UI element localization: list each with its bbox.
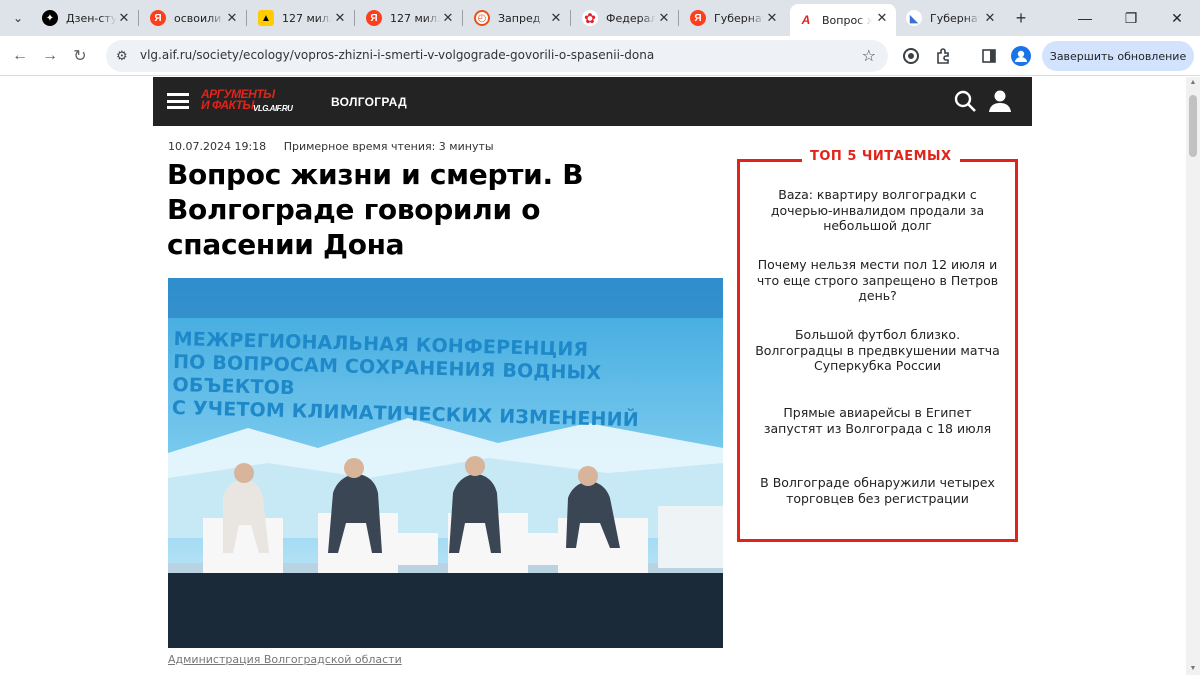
- address-bar[interactable]: ⚙ vlg.aif.ru/society/ecology/vopros-zhiz…: [106, 40, 888, 72]
- close-icon[interactable]: ✕: [764, 10, 780, 26]
- minimize-button[interactable]: —: [1062, 0, 1108, 36]
- tab-8-active[interactable]: А Вопрос ж ✕: [790, 4, 896, 36]
- close-icon[interactable]: ✕: [332, 10, 348, 26]
- top5-item-3[interactable]: Большой футбол близко. Волгоградцы в пре…: [754, 327, 1001, 374]
- aif-icon: А: [798, 12, 814, 28]
- close-icon[interactable]: ✕: [224, 10, 240, 26]
- article-meta: 10.07.2024 19:18 Примерное время чтения:…: [168, 140, 494, 153]
- profile-avatar-icon[interactable]: [1007, 42, 1035, 70]
- tab-1[interactable]: ✦ Дзен-сту ✕: [34, 4, 139, 32]
- article-date: 10.07.2024 19:18: [168, 140, 267, 153]
- article-title: Вопрос жизни и смерти. В Волгограде гово…: [167, 158, 584, 261]
- site-header: АРГУМЕНТЫ И ФАКТЫ VLG.AIF.RU ВОЛГОГРАД: [153, 77, 1032, 126]
- tab-4[interactable]: Я 127 милл ✕: [358, 4, 463, 32]
- photo-banner-text: МЕЖРЕГИОНАЛЬНАЯ КОНФЕРЕНЦИЯ ПО ВОПРОСАМ …: [172, 328, 723, 434]
- logo-domain: VLG.AIF.RU: [253, 104, 293, 113]
- top5-heading: ТОП 5 ЧИТАЕМЫХ: [802, 149, 960, 164]
- hamburger-menu-icon[interactable]: [167, 93, 189, 109]
- reload-icon[interactable]: ↻: [66, 42, 94, 70]
- extensions-puzzle-icon[interactable]: [929, 42, 957, 70]
- top5-item-4[interactable]: Прямые авиарейсы в Египет запустят из Во…: [754, 405, 1001, 436]
- search-icon[interactable]: [953, 89, 977, 113]
- bookmark-star-icon[interactable]: ☆: [862, 46, 876, 66]
- close-icon[interactable]: ✕: [116, 10, 132, 26]
- top5-widget: ТОП 5 ЧИТАЕМЫХ Baza: квартиру волгоградк…: [737, 149, 1018, 542]
- dzen-icon: ✦: [42, 10, 58, 26]
- tab-5[interactable]: ◴ Запред ✕: [466, 4, 571, 32]
- forward-arrow-icon[interactable]: →: [36, 42, 64, 70]
- scrollbar-thumb[interactable]: [1189, 95, 1197, 157]
- side-panel-icon[interactable]: [975, 42, 1003, 70]
- tab-title: Вопрос ж: [822, 13, 872, 27]
- tab-title: 127 милл: [282, 11, 332, 25]
- scroll-up-icon[interactable]: ▲: [1189, 79, 1197, 87]
- url-text[interactable]: vlg.aif.ru/society/ecology/vopros-zhizni…: [140, 48, 654, 62]
- flower-icon: ✿: [582, 10, 598, 26]
- site-logo[interactable]: АРГУМЕНТЫ И ФАКТЫ VLG.AIF.RU: [201, 88, 293, 113]
- tab-9[interactable]: ◣ Губернат ✕: [898, 4, 1004, 32]
- tab-6[interactable]: ✿ Федерал ✕: [574, 4, 679, 32]
- tab-3[interactable]: ▲ 127 милл ✕: [250, 4, 355, 32]
- page-scrollbar[interactable]: ▲ ▼: [1186, 77, 1200, 675]
- tab-2[interactable]: Я освоили ✕: [142, 4, 247, 32]
- tab-title: Запред: [498, 11, 541, 25]
- tab-title: 127 милл: [390, 11, 440, 25]
- close-icon[interactable]: ✕: [548, 10, 564, 26]
- article-photo[interactable]: МЕЖРЕГИОНАЛЬНАЯ КОНФЕРЕНЦИЯ ПО ВОПРОСАМ …: [168, 278, 723, 648]
- yandex-icon: Я: [690, 10, 706, 26]
- scroll-down-icon[interactable]: ▼: [1189, 665, 1197, 673]
- mail-icon: ▲: [258, 10, 274, 26]
- tab-search-chevron-icon[interactable]: ⌄: [6, 6, 30, 30]
- close-icon[interactable]: ✕: [874, 10, 890, 26]
- tab-title: освоили: [174, 11, 222, 25]
- tab-title: Губернат: [714, 11, 764, 25]
- top5-item-1[interactable]: Baza: квартиру волгоградки с дочерью-инв…: [754, 187, 1001, 234]
- aif-map-icon: ◣: [906, 10, 922, 26]
- tab-strip: ⌄ ✦ Дзен-сту ✕ Я освоили ✕ ▲ 127 милл ✕ …: [0, 0, 1200, 36]
- top5-item-2[interactable]: Почему нельзя мести пол 12 июля и что ещ…: [754, 257, 1001, 304]
- close-icon[interactable]: ✕: [656, 10, 672, 26]
- close-icon[interactable]: ✕: [982, 10, 998, 26]
- tab-title: Губернат: [930, 11, 980, 25]
- clock-icon: ◴: [474, 10, 490, 26]
- close-icon[interactable]: ✕: [440, 10, 456, 26]
- finish-update-button[interactable]: Завершить обновление: [1042, 41, 1194, 71]
- yandex-icon: Я: [150, 10, 166, 26]
- tab-title: Дзен-сту: [66, 11, 116, 25]
- new-tab-button[interactable]: +: [1011, 8, 1031, 28]
- photo-caption[interactable]: Администрация Волгоградской области: [168, 653, 402, 666]
- tab-title: Федерал: [606, 11, 656, 25]
- browser-toolbar: ← → ↻ ⚙ vlg.aif.ru/society/ecology/vopro…: [0, 36, 1200, 76]
- page-viewport: АРГУМЕНТЫ И ФАКТЫ VLG.AIF.RU ВОЛГОГРАД 1…: [0, 77, 1186, 675]
- user-icon[interactable]: [988, 89, 1012, 113]
- close-window-button[interactable]: ✕: [1154, 0, 1200, 36]
- city-link[interactable]: ВОЛГОГРАД: [331, 95, 407, 109]
- back-arrow-icon[interactable]: ←: [6, 42, 34, 70]
- site-settings-icon[interactable]: ⚙: [116, 48, 128, 64]
- top5-item-5[interactable]: В Волгограде обнаружили четырех торговце…: [754, 475, 1001, 506]
- restore-button[interactable]: ❐: [1108, 0, 1154, 36]
- tab-7[interactable]: Я Губернат ✕: [682, 4, 786, 32]
- yandex-icon: Я: [366, 10, 382, 26]
- reading-time: Примерное время чтения: 3 минуты: [283, 140, 494, 153]
- extension-translate-icon[interactable]: [897, 42, 925, 70]
